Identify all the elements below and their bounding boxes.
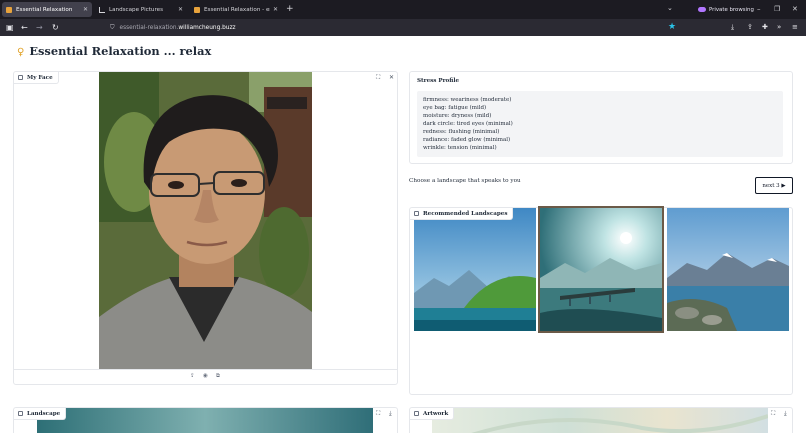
private-browsing-indicator: Private browsing bbox=[698, 2, 754, 17]
landscape-image-svg bbox=[37, 408, 373, 433]
webcam-icon[interactable]: ◉ bbox=[203, 373, 208, 379]
minimize-icon[interactable]: – bbox=[757, 3, 761, 15]
tab-close-icon[interactable]: ✕ bbox=[273, 6, 278, 13]
stress-profile-textbox: firmness: weariness (moderate) eye bag: … bbox=[417, 91, 783, 157]
stress-line: dark circle: tired eyes (minimal) bbox=[423, 121, 513, 127]
tab-close-icon[interactable]: ✕ bbox=[83, 6, 88, 13]
maximize-icon[interactable]: ❐ bbox=[774, 3, 780, 15]
landscape-thumbnail-svg bbox=[667, 208, 789, 331]
landscape-label-text: Landscape bbox=[27, 410, 61, 417]
window-close-icon[interactable]: ✕ bbox=[792, 3, 798, 15]
artwork-label: Artwork bbox=[410, 408, 455, 420]
stress-line: redness: flushing (minimal) bbox=[423, 129, 500, 135]
gallery-icon bbox=[414, 211, 419, 216]
private-mask-icon bbox=[698, 7, 706, 12]
image-toolbar: ⇪ ◉ ⧉ bbox=[14, 369, 397, 383]
tab-label: Essential Relaxation bbox=[16, 6, 73, 13]
url-host: williamcheung.buzz bbox=[178, 24, 236, 31]
clipboard-icon[interactable]: ⧉ bbox=[216, 373, 220, 380]
image-icon bbox=[414, 411, 419, 416]
face-photo bbox=[99, 72, 312, 369]
artwork-image-svg bbox=[432, 408, 768, 433]
tab-essential-relaxation-2[interactable]: Essential Relaxation - essential ✕ bbox=[190, 2, 282, 17]
landscape-thumbnail-1[interactable] bbox=[414, 208, 536, 331]
forward-icon[interactable]: → bbox=[36, 22, 43, 33]
face-photo-svg bbox=[99, 72, 312, 369]
landscape-panel: Landscape ⛶ ⤓ bbox=[13, 407, 398, 433]
meditation-icon: ♀ bbox=[17, 47, 25, 58]
fullscreen-icon[interactable]: ⛶ bbox=[376, 74, 380, 82]
download-icon[interactable]: ⤓ bbox=[389, 410, 392, 418]
url-prefix: essential-relaxation. bbox=[119, 24, 179, 31]
close-icon[interactable]: ✕ bbox=[389, 74, 394, 82]
my-face-label-text: My Face bbox=[27, 74, 53, 81]
tab-close-icon[interactable]: ✕ bbox=[178, 6, 183, 13]
new-tab-button[interactable]: + bbox=[286, 3, 294, 15]
landscape-image bbox=[37, 408, 373, 433]
download-icon[interactable]: ⤓ bbox=[731, 22, 734, 33]
artwork-label-text: Artwork bbox=[423, 410, 449, 417]
download-icon[interactable]: ⤓ bbox=[784, 410, 787, 418]
shield-icon[interactable]: ⛉ bbox=[110, 24, 115, 32]
private-browsing-label: Private browsing bbox=[709, 6, 754, 13]
artwork-image bbox=[432, 408, 768, 433]
landscape-thumbnail-svg bbox=[414, 208, 536, 331]
extensions-icon[interactable]: ✚ bbox=[762, 22, 768, 33]
tab-favicon-icon bbox=[99, 6, 105, 13]
next-3-button[interactable]: next 3 ▶ bbox=[755, 177, 793, 194]
bookmark-star-icon[interactable]: ★ bbox=[668, 21, 676, 33]
stress-line: radiance: faded glow (minimal) bbox=[423, 137, 511, 143]
recommended-landscapes-gallery: Recommended Landscapes bbox=[409, 206, 793, 395]
fullscreen-icon[interactable]: ⛶ bbox=[376, 410, 380, 418]
stress-profile-title: Stress Profile bbox=[417, 78, 460, 84]
landscape-label: Landscape bbox=[14, 408, 67, 420]
back-icon[interactable]: ← bbox=[21, 22, 28, 33]
upload-icon[interactable]: ⇪ bbox=[190, 373, 195, 379]
image-icon bbox=[18, 411, 23, 416]
menu-icon[interactable]: ≡ bbox=[792, 22, 798, 33]
stress-line: moisture: dryness (mild) bbox=[423, 113, 492, 119]
url-bar[interactable]: ⛉ essential-relaxation. williamcheung.buz… bbox=[110, 21, 680, 34]
stress-line: wrinkle: tension (minimal) bbox=[423, 145, 497, 151]
tab-label: Landscape Pictures bbox=[109, 6, 163, 13]
image-icon bbox=[18, 75, 23, 80]
recommended-landscapes-label-text: Recommended Landscapes bbox=[423, 210, 508, 217]
recommended-landscapes-label: Recommended Landscapes bbox=[410, 208, 514, 220]
fullscreen-icon[interactable]: ⛶ bbox=[771, 410, 775, 418]
overflow-chevron-icon[interactable]: » bbox=[777, 22, 781, 33]
tab-label: Essential Relaxation - essential bbox=[204, 6, 270, 13]
tab-strip: Essential Relaxation ✕ Landscape Picture… bbox=[0, 0, 806, 19]
page-title: ♀ Essential Relaxation ... relax bbox=[17, 44, 211, 58]
tab-favicon-icon bbox=[6, 6, 12, 13]
share-icon[interactable]: ⇪ bbox=[747, 22, 753, 33]
my-face-label: My Face bbox=[14, 72, 59, 84]
landscape-thumbnail-3[interactable] bbox=[667, 208, 789, 331]
stress-line: eye bag: fatigue (mild) bbox=[423, 105, 487, 111]
sidebar-icon[interactable]: ▣ bbox=[6, 22, 14, 33]
landscape-prompt: Choose a landscape that speaks to you bbox=[409, 178, 521, 184]
my-face-panel: My Face ⛶ ✕ ⇪ ◉ ⧉ bbox=[13, 71, 398, 385]
tab-favicon-icon bbox=[194, 6, 200, 13]
stress-line: firmness: weariness (moderate) bbox=[423, 97, 512, 103]
artwork-panel: Artwork ⛶ ⤓ bbox=[409, 407, 793, 433]
list-all-tabs-chevron-icon[interactable]: ⌄ bbox=[667, 4, 673, 12]
reload-icon[interactable]: ↻ bbox=[52, 22, 59, 33]
page-title-text: Essential Relaxation ... relax bbox=[29, 44, 212, 58]
navigation-toolbar: ▣ ← → ↻ ⛉ essential-relaxation. williamch… bbox=[0, 19, 806, 36]
landscape-thumbnail-svg bbox=[540, 208, 662, 331]
tab-landscape-pictures[interactable]: Landscape Pictures ✕ bbox=[95, 2, 187, 17]
landscape-thumbnail-2[interactable] bbox=[538, 206, 664, 333]
tab-essential-relaxation[interactable]: Essential Relaxation ✕ bbox=[2, 2, 92, 17]
stress-profile-panel: Stress Profile firmness: weariness (mode… bbox=[409, 71, 793, 164]
